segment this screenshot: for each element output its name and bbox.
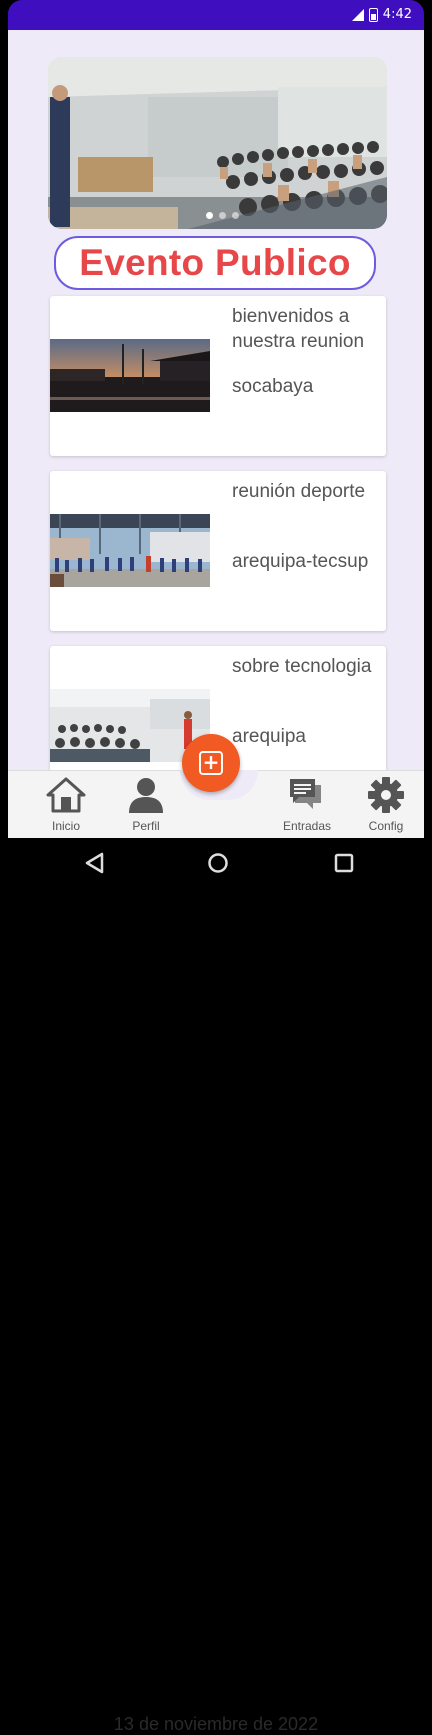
event-place: socabaya bbox=[232, 376, 314, 397]
back-icon[interactable] bbox=[84, 852, 106, 874]
event-card[interactable]: reunión deporte arequipa-tecsup bbox=[50, 471, 386, 631]
carousel-dot[interactable] bbox=[232, 212, 239, 219]
nav-label: Config bbox=[368, 819, 404, 833]
signal-icon bbox=[351, 8, 364, 21]
carousel-dot[interactable] bbox=[206, 212, 213, 219]
background-date-text: 13 de noviembre de 2022 bbox=[113, 1714, 319, 1734]
nav-item-config[interactable]: Config bbox=[351, 775, 421, 833]
event-place: arequipa-tecsup bbox=[232, 551, 369, 572]
home-icon bbox=[46, 777, 86, 813]
add-event-button[interactable]: + bbox=[182, 734, 240, 792]
system-navigation-bar: 13 de noviembre de 2022 bbox=[0, 838, 432, 1734]
event-title: sobre tecnologia bbox=[232, 656, 372, 677]
nav-label: Perfil bbox=[132, 819, 160, 833]
event-image bbox=[50, 339, 210, 412]
event-image bbox=[50, 514, 210, 587]
carousel-dot[interactable] bbox=[219, 212, 226, 219]
hero-image bbox=[48, 57, 387, 229]
person-icon bbox=[129, 778, 163, 813]
nav-label: Inicio bbox=[51, 819, 80, 833]
home-button-icon[interactable] bbox=[207, 852, 229, 874]
add-icon: + bbox=[199, 751, 223, 775]
page-title-pill: Evento Publico bbox=[54, 236, 376, 290]
chat-icon bbox=[290, 779, 321, 809]
status-time: 4:42 bbox=[382, 7, 412, 22]
nav-item-inicio[interactable]: Inicio bbox=[31, 775, 101, 833]
nav-label: Entradas bbox=[282, 819, 332, 833]
event-title: bienvenidos a nuestra reunion bbox=[232, 306, 365, 352]
app-screen: Evento Publico bienvenidos a nuestra reu… bbox=[8, 30, 424, 770]
gear-icon bbox=[368, 777, 404, 813]
page-title: Evento Publico bbox=[79, 242, 351, 283]
event-place: arequipa bbox=[232, 726, 306, 747]
carousel-indicator[interactable] bbox=[206, 212, 239, 219]
nav-item-entradas[interactable]: Entradas bbox=[272, 775, 342, 833]
hero-carousel[interactable] bbox=[48, 57, 387, 229]
nav-item-perfil[interactable]: Perfil bbox=[111, 775, 181, 833]
event-title: reunión deporte bbox=[232, 481, 366, 502]
battery-icon bbox=[368, 7, 378, 22]
status-bar: 4:42 bbox=[8, 0, 424, 30]
recents-icon[interactable] bbox=[333, 852, 355, 874]
status-icons: 4:42 bbox=[351, 7, 412, 22]
sports-court-image bbox=[50, 514, 210, 587]
sunset-street-image bbox=[50, 339, 210, 412]
event-card[interactable]: bienvenidos a nuestra reunion socabaya bbox=[50, 296, 386, 456]
